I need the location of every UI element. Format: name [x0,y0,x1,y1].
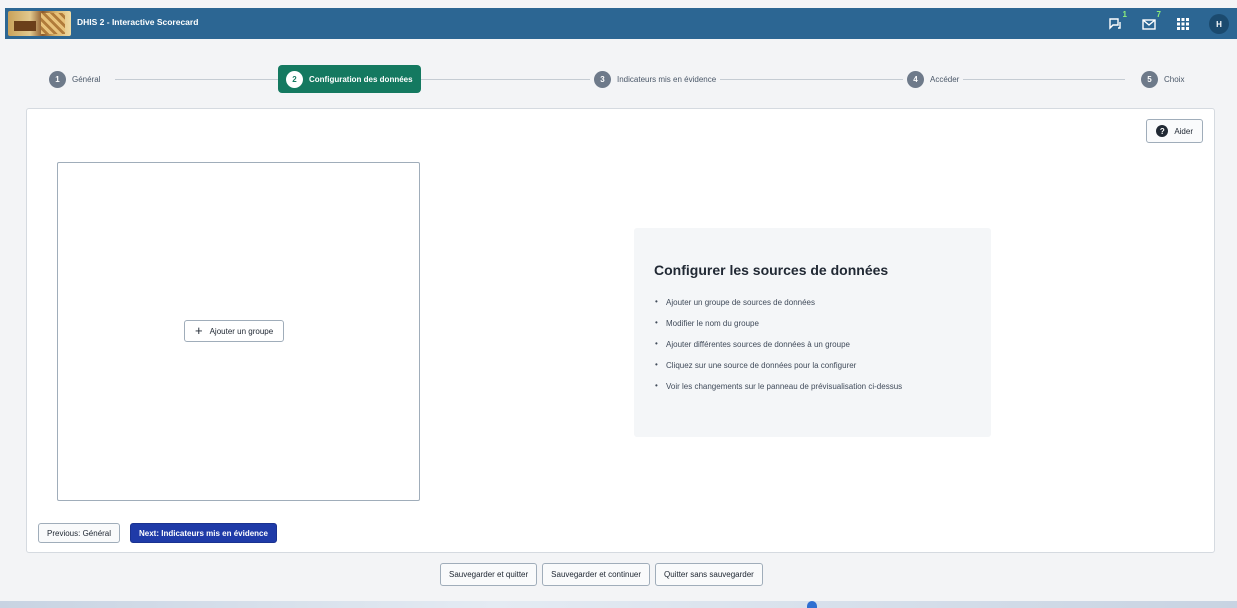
interpretations-badge: 1 [1122,10,1127,19]
list-item: Voir les changements sur le panneau de p… [654,381,971,391]
app-header-bar: DHIS 2 - Interactive Scorecard 1 7 H [5,8,1237,39]
add-group-label: Ajouter un groupe [209,326,274,336]
interpretations-icon[interactable]: 1 [1107,10,1127,32]
step-highlighted-indicators[interactable]: 3 Indicateurs mis en évidence [590,66,721,92]
save-and-quit-button[interactable]: Sauvegarder et quitter [440,563,538,586]
step-access[interactable]: 4 Accéder [903,66,964,92]
step-number: 4 [907,70,924,88]
messages-badge: 7 [1156,10,1161,19]
app-logo[interactable] [8,11,71,36]
help-icon: ? [1156,125,1169,137]
step-number: 5 [1141,70,1158,88]
taskbar-app-icon[interactable] [807,601,817,608]
help-instructions-list: Ajouter un groupe de sources de données … [654,297,971,391]
previous-step-button[interactable]: Previous: Général [38,523,121,543]
list-item: Ajouter différentes sources de données à… [654,339,971,349]
step-number: 2 [286,70,303,88]
data-groups-panel: + Ajouter un groupe [57,162,420,501]
step-options[interactable]: 5 Choix [1137,66,1189,92]
user-avatar[interactable]: H [1209,14,1229,34]
messages-icon[interactable]: 7 [1141,10,1161,32]
list-item: Modifier le nom du groupe [654,318,971,328]
step-label: Général [72,74,101,84]
os-taskbar [0,601,1237,608]
next-step-button[interactable]: Next: Indicateurs mis en évidence [130,523,277,543]
wizard-stepper: 1 Général 2 Configuration des données 3 … [45,65,1205,93]
apps-grid-icon[interactable] [1175,16,1191,32]
list-item: Ajouter un groupe de sources de données [654,297,971,307]
list-item: Cliquez sur une source de données pour l… [654,360,971,370]
step-label: Accéder [930,74,960,84]
help-panel-title: Configurer les sources de données [654,262,889,278]
help-instructions-panel: Configurer les sources de données Ajoute… [634,228,991,437]
step-data-configuration[interactable]: 2 Configuration des données [278,65,421,93]
step-label: Indicateurs mis en évidence [617,74,717,84]
save-and-continue-button[interactable]: Sauvegarder et continuer [542,563,651,586]
step-number: 1 [49,70,66,88]
plus-icon: + [195,323,203,338]
quit-without-saving-button[interactable]: Quitter sans sauvegarder [655,563,763,586]
app-title[interactable]: DHIS 2 - Interactive Scorecard [77,17,198,27]
step-number: 3 [594,70,611,88]
footer-actions: Sauvegarder et quitter Sauvegarder et co… [440,563,763,586]
add-group-button[interactable]: + Ajouter un groupe [184,320,285,342]
step-general[interactable]: 1 Général [45,66,105,92]
help-button[interactable]: ? Aider [1146,119,1203,143]
step-label: Choix [1164,74,1185,84]
data-configuration-card: ? Aider + Ajouter un groupe Configurer l… [26,108,1215,553]
help-button-label: Aider [1174,126,1193,136]
step-label: Configuration des données [309,74,413,84]
